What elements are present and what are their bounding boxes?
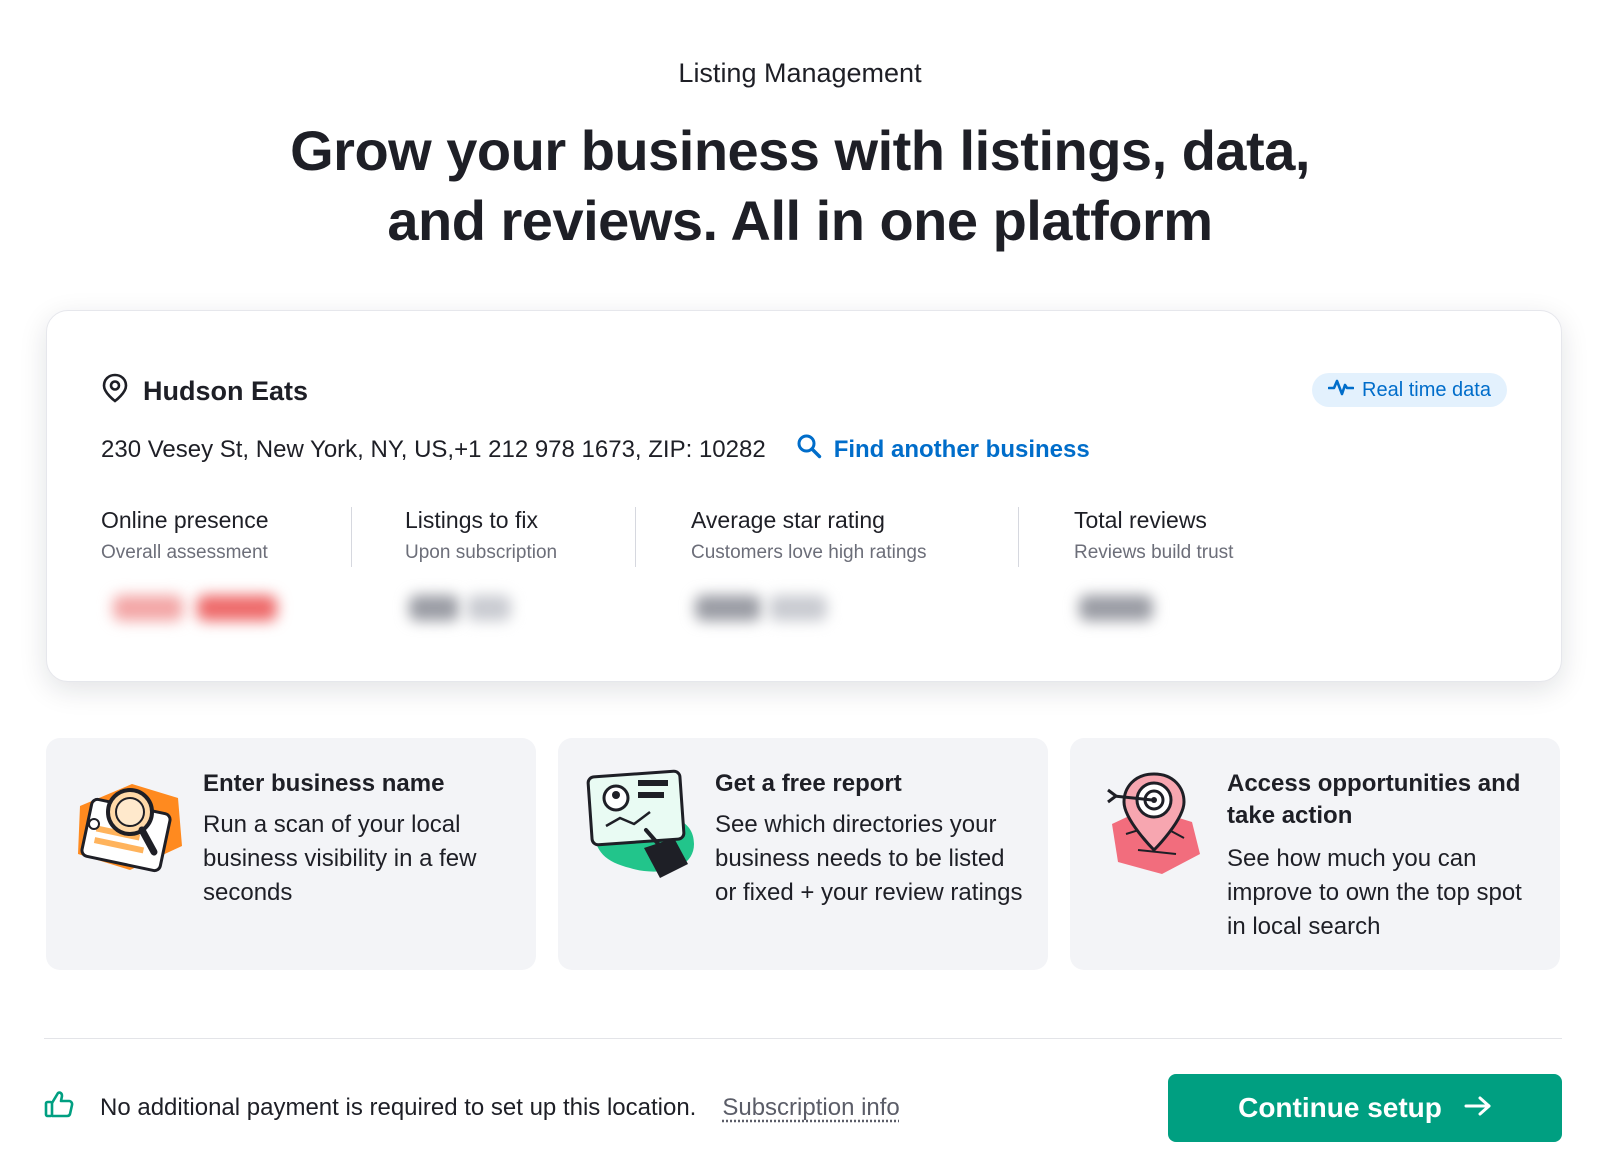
- steps-row: Enter business name Run a scan of your l…: [46, 738, 1560, 970]
- metric-divider: [351, 507, 352, 567]
- metric-divider: [635, 507, 636, 567]
- blurred-value: [197, 595, 277, 621]
- headline-line-1: Grow your business with listings, data,: [290, 119, 1310, 182]
- metric-sub: Upon subscription: [405, 542, 558, 563]
- magnifier-listing-illustration: [72, 768, 188, 884]
- subscription-info-link[interactable]: Subscription info: [722, 1094, 899, 1122]
- metric-label: Online presence: [101, 507, 269, 533]
- pulse-icon: [1327, 377, 1355, 403]
- metric-sub: Customers love high ratings: [691, 542, 927, 563]
- badge-label: Real time data: [1362, 378, 1491, 401]
- headline-line-2: and reviews. All in one platform: [387, 189, 1213, 252]
- blurred-value: [1079, 595, 1153, 621]
- footer-note: No additional payment is required to set…: [44, 1090, 900, 1125]
- step-title: Access opportunities and take action: [1227, 770, 1521, 829]
- find-another-business-link[interactable]: Find another business: [796, 433, 1090, 466]
- report-illustration: [584, 768, 700, 884]
- blurred-value: [113, 595, 183, 621]
- step-body: Run a scan of your local business visibi…: [203, 811, 477, 906]
- footer-divider: [44, 1038, 1562, 1039]
- business-name: Hudson Eats: [143, 376, 309, 406]
- blurred-value: [467, 595, 511, 621]
- blurred-value: [695, 595, 761, 621]
- search-icon: [796, 433, 822, 466]
- metric-label: Total reviews: [1074, 507, 1207, 533]
- metric-sub: Reviews build trust: [1074, 542, 1234, 563]
- page-eyebrow: Listing Management: [678, 58, 922, 88]
- metric-label: Average star rating: [691, 507, 885, 533]
- metric-sub: Overall assessment: [101, 542, 268, 563]
- target-map-illustration: [1096, 768, 1212, 884]
- step-title: Get a free report: [715, 770, 902, 797]
- real-time-data-badge: Real time data: [1312, 373, 1507, 407]
- continue-setup-button[interactable]: Continue setup: [1168, 1074, 1562, 1142]
- pin-icon: [101, 373, 129, 410]
- metric-divider: [1018, 507, 1019, 567]
- step-card-enter-business: Enter business name Run a scan of your l…: [46, 738, 536, 970]
- business-address: 230 Vesey St, New York, NY, US,+1 212 97…: [101, 435, 766, 463]
- thumbs-up-icon: [44, 1090, 74, 1125]
- blurred-value: [769, 595, 827, 621]
- address-row: 230 Vesey St, New York, NY, US,+1 212 97…: [101, 433, 1090, 466]
- payment-note: No additional payment is required to set…: [100, 1093, 697, 1121]
- blurred-value: [409, 595, 459, 621]
- business-header: Hudson Eats: [101, 373, 308, 410]
- step-title: Enter business name: [203, 770, 445, 797]
- arrow-right-icon: [1464, 1092, 1492, 1124]
- find-link-label: Find another business: [833, 435, 1090, 463]
- step-card-free-report: Get a free report See which directories …: [558, 738, 1048, 970]
- step-body: See how much you can improve to own the …: [1227, 845, 1522, 940]
- metric-label: Listings to fix: [405, 507, 538, 533]
- page-headline: Grow your business with listings, data, …: [200, 116, 1400, 256]
- step-body: See which directories your business need…: [715, 811, 1023, 906]
- cta-label: Continue setup: [1238, 1092, 1442, 1123]
- step-card-opportunities: Access opportunities and take action See…: [1070, 738, 1560, 970]
- business-card: Hudson Eats Real time data 230 Vesey St,…: [46, 310, 1562, 682]
